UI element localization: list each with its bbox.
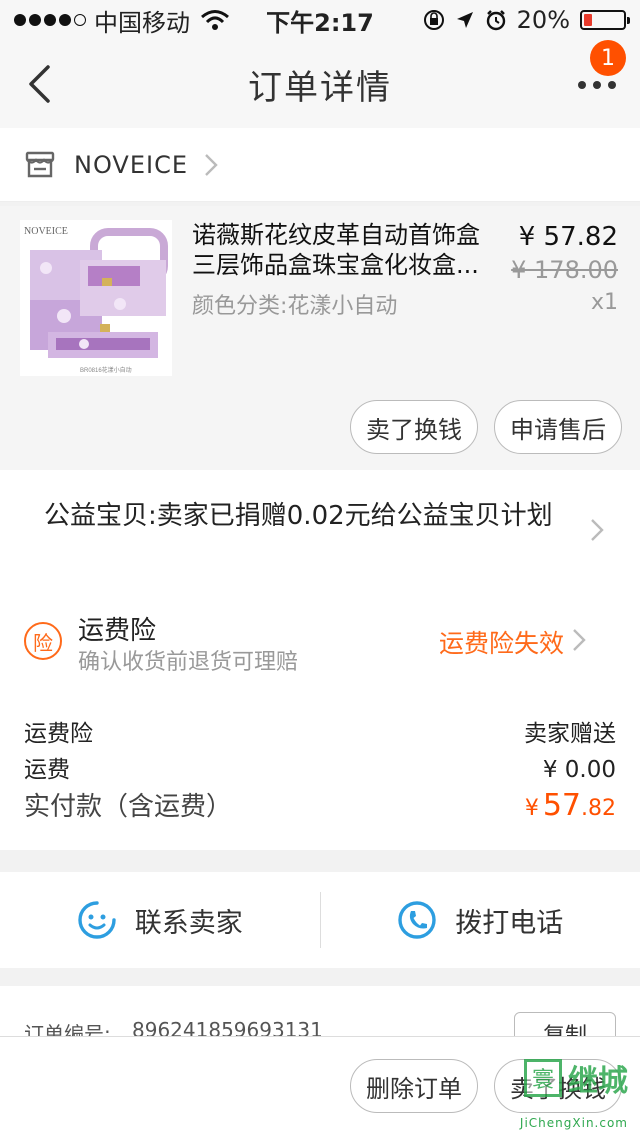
thumb-brand: NOVEICE (24, 226, 68, 237)
fee-label: 运费 (24, 757, 70, 783)
call-phone-label: 拨打电话 (455, 907, 564, 939)
product-title[interactable]: 诺薇斯花纹皮革自动首饰盒 三层饰品盒珠宝盒化妆盒... (192, 220, 492, 280)
total-decimal: .82 (581, 796, 616, 821)
fee-label: 运费险 (24, 721, 93, 747)
battery-level-fill (584, 14, 592, 26)
signal-strength-icon (14, 14, 86, 26)
charity-text: 公益宝贝:卖家已捐赠0.02元给公益宝贝计划 (44, 501, 553, 531)
charity-row[interactable]: 公益宝贝:卖家已捐赠0.02元给公益宝贝计划 (0, 470, 640, 586)
chat-face-icon (78, 901, 116, 939)
battery-percent: 20% (516, 6, 570, 34)
chevron-right-icon (573, 629, 586, 651)
delete-order-button[interactable]: 删除订单 (350, 1059, 478, 1113)
product-spec: 颜色分类:花漾小自动 (192, 294, 398, 319)
total-label: 实付款（含运费） (24, 792, 233, 822)
apply-aftersale-button[interactable]: 申请售后 (494, 400, 622, 454)
order-item[interactable]: NOVEICE BR0816花漾小自动 诺薇斯花纹皮革自动首饰盒 三层饰品盒珠宝… (0, 206, 640, 470)
total-price: ¥57.82 (525, 788, 616, 823)
contact-seller-label: 联系卖家 (134, 907, 243, 939)
total-currency: ¥ (524, 796, 539, 821)
back-arrow-icon[interactable] (26, 64, 56, 104)
shop-name[interactable]: NOVEICE (74, 151, 188, 179)
fee-row-insurance: 运费险 卖家赠送 (24, 714, 616, 750)
wifi-icon (201, 10, 229, 30)
watermark-text: 继城 (568, 1064, 628, 1099)
rotation-lock-icon (423, 10, 444, 30)
status-bar: 中国移动 下午2:17 20% (0, 0, 640, 40)
carrier-name: 中国移动 (94, 8, 190, 37)
watermark: 寰 继城 (524, 1056, 628, 1100)
sell-for-cash-button[interactable]: 卖了换钱 (350, 400, 478, 454)
chevron-right-icon (591, 519, 604, 541)
navigation-bar: 订单详情 1 (0, 40, 640, 128)
page-title: 订单详情 (248, 67, 392, 108)
call-phone-button[interactable]: 拨打电话 (321, 872, 640, 968)
shop-row[interactable]: NOVEICE (0, 128, 640, 202)
product-thumbnail[interactable]: NOVEICE BR0816花漾小自动 (20, 220, 172, 376)
battery-icon (580, 10, 630, 30)
insurance-subtitle: 确认收货前退货可理赔 (78, 650, 299, 675)
alarm-icon (486, 10, 505, 31)
store-icon (25, 151, 55, 177)
chevron-right-icon (205, 153, 218, 176)
contact-bar: 联系卖家 拨打电话 (0, 872, 640, 968)
insurance-title: 运费险 (78, 616, 157, 646)
location-icon (456, 12, 473, 28)
phone-icon (398, 901, 436, 939)
product-title-line2: 三层饰品盒珠宝盒化妆盒... (192, 251, 479, 279)
total-int: 57 (542, 788, 581, 823)
product-price: ¥ 57.82 (518, 222, 618, 252)
notification-badge: 1 (590, 40, 626, 76)
jewelry-box-image: NOVEICE BR0816花漾小自动 (20, 220, 172, 376)
shipping-insurance-row[interactable]: 险 运费险 确认收货前退货可理赔 运费险失效 (0, 586, 640, 690)
thumb-caption: BR0816花漾小自动 (80, 366, 132, 374)
product-title-line1: 诺薇斯花纹皮革自动首饰盒 (192, 221, 480, 249)
fee-row-total: 实付款（含运费） ¥57.82 (24, 786, 616, 834)
watermark-logo: 寰 (524, 1059, 562, 1097)
fee-row-shipping: 运费 ¥ 0.00 (24, 750, 616, 786)
insurance-icon: 险 (24, 622, 62, 660)
fee-value: ¥ 0.00 (542, 757, 616, 783)
fee-summary: 运费险 卖家赠送 运费 ¥ 0.00 实付款（含运费） ¥57.82 (0, 690, 640, 850)
watermark-url: JiChengXin.com (519, 1116, 628, 1130)
product-original-price: ¥ 178.00 (511, 256, 618, 284)
insurance-status[interactable]: 运费险失效 (439, 624, 564, 660)
contact-seller-button[interactable]: 联系卖家 (0, 872, 320, 968)
product-quantity: x1 (590, 290, 618, 315)
fee-value: 卖家赠送 (524, 721, 616, 747)
